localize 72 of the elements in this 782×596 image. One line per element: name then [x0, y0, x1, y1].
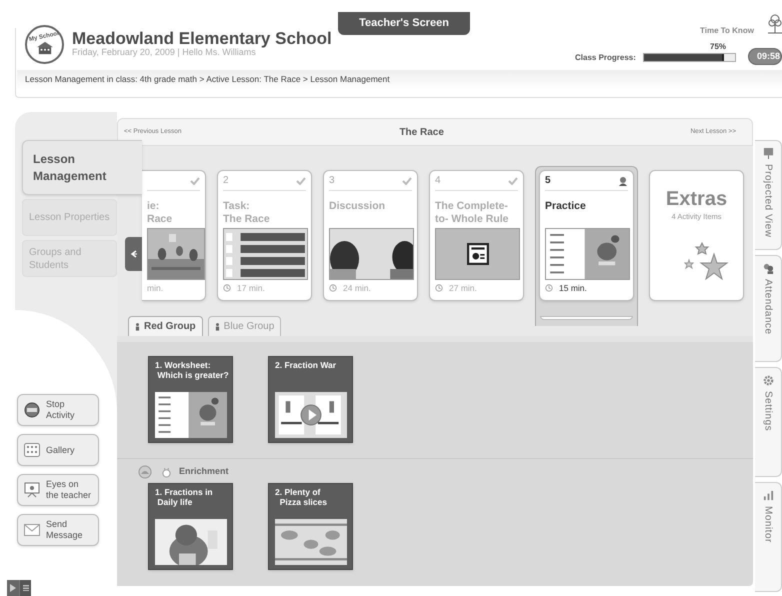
clock-icon — [435, 284, 443, 292]
activity-tile[interactable]: 1. Worksheet: Which is greater? — [148, 356, 233, 443]
card-title: ie: Race — [147, 199, 174, 227]
person-icon — [214, 322, 220, 330]
duration: 27 min. — [449, 282, 477, 295]
presentation-icon — [466, 243, 488, 265]
play-button[interactable] — [7, 580, 19, 596]
play-icon[interactable] — [300, 404, 322, 426]
clock-icon — [223, 284, 231, 292]
duration: 17 min. — [237, 282, 265, 295]
group-tab[interactable]: Red Group — [128, 316, 203, 336]
card-number: 4 — [435, 174, 441, 188]
card-number: 3 — [329, 174, 335, 188]
envelope-icon — [24, 522, 40, 538]
back-arrow-icon — [130, 250, 138, 258]
card-title: Task: The Race — [223, 199, 271, 227]
section-title: Enrichment — [179, 465, 229, 478]
progress-percent: 75% — [710, 41, 726, 53]
lesson-card[interactable]: 4 The Complete- to- Whole Rule 27 min. — [429, 170, 524, 301]
progress-label: Class Progress: — [575, 52, 636, 64]
stop-sign-icon — [24, 402, 40, 418]
list-button[interactable] — [19, 580, 31, 596]
presentation-board-icon — [24, 482, 40, 498]
side-panel-tab[interactable]: Projected View — [755, 140, 782, 250]
duration: min. — [147, 282, 164, 295]
person-icon — [135, 322, 140, 330]
bar-chart-icon — [762, 490, 774, 501]
group-tab[interactable]: Blue Group — [208, 316, 282, 336]
duration: 15 min. — [559, 282, 587, 295]
card-number: 5 — [545, 174, 551, 188]
card-number: 2 — [223, 174, 229, 188]
lesson-card[interactable]: 5 Practice 15 min. — [539, 170, 634, 301]
extras-title: Extras — [666, 189, 728, 209]
screen-badge: Teacher's Screen — [338, 12, 470, 35]
person-icon — [618, 176, 628, 186]
lesson-card[interactable]: 3 Discussion 24 min. — [323, 170, 418, 301]
grid-icon — [24, 442, 40, 458]
activity-tile[interactable]: 2. Plenty of Pizza slices — [268, 483, 353, 570]
activity-title: 1. Fractions in Daily life — [154, 487, 213, 509]
clock-icon — [329, 284, 337, 292]
duration: 24 min. — [343, 282, 371, 295]
clock-icon — [545, 284, 553, 292]
action-button[interactable]: Eyes on the teacher — [17, 474, 99, 506]
tree-icon — [768, 14, 782, 34]
lesson-title: The Race — [399, 126, 444, 140]
active-side-tab[interactable]: Lesson Management — [22, 140, 142, 195]
action-button[interactable]: Send Message — [17, 514, 99, 546]
brand-name: Time To Know — [700, 25, 754, 37]
activity-title: 2. Fraction War — [274, 360, 336, 372]
card-title: Discussion — [329, 199, 386, 214]
side-panel-tab[interactable]: Monitor — [755, 482, 782, 592]
side-panel-tab[interactable]: Settings — [755, 367, 782, 477]
activity-title: 1. Worksheet: Which is greater? — [154, 360, 229, 382]
card-title: The Complete- to- Whole Rule — [435, 199, 510, 227]
school-name: Meadowland Elementary School — [72, 28, 332, 48]
action-button[interactable]: Gallery — [17, 434, 99, 466]
lesson-card[interactable]: 2 Task: The Race 17 min. — [217, 170, 312, 301]
timer-badge: 09:58 — [748, 48, 782, 65]
activity-tile[interactable]: 2. Fraction War — [268, 356, 353, 443]
settings-icon — [762, 375, 774, 386]
activity-title: 2. Plenty of Pizza slices — [274, 487, 327, 509]
worksheet-drawing — [154, 392, 226, 438]
side-panel-tab[interactable]: Attendance — [755, 255, 782, 362]
action-button[interactable]: Stop Activity — [17, 394, 99, 426]
people-icon — [762, 263, 774, 274]
lesson-card[interactable]: ie: Race min. — [142, 170, 206, 301]
list-icon — [22, 585, 28, 591]
projector-icon — [762, 148, 774, 159]
date-greeting: Friday, February 20, 2009 | Hello Ms. Williams — [72, 47, 256, 59]
collapse-button[interactable] — [125, 237, 142, 271]
activity-tile[interactable]: 1. Fractions in Daily life — [148, 483, 233, 570]
card-title: Practice — [545, 199, 587, 214]
